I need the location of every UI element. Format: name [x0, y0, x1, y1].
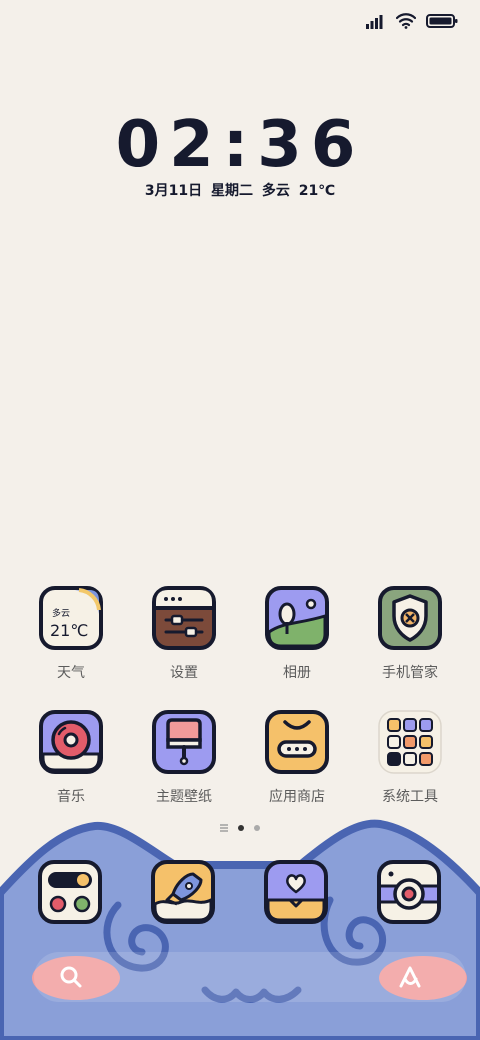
- app-label: 主题壁纸: [156, 789, 212, 805]
- app-label: 应用商店: [269, 789, 325, 805]
- wifi-icon: [396, 13, 416, 29]
- page-dot: [254, 825, 260, 831]
- app-label: 设置: [170, 665, 198, 681]
- settings-icon: [152, 586, 216, 650]
- page-dot-active: [238, 825, 244, 831]
- app-label: 相册: [283, 665, 311, 681]
- gallery-icon: [265, 586, 329, 650]
- signal-icon: [366, 15, 383, 29]
- app-themes[interactable]: 主题壁纸: [129, 710, 239, 806]
- app-gallery[interactable]: 相册: [242, 586, 352, 682]
- music-icon: [39, 710, 103, 774]
- home-menu-icon: [220, 824, 228, 832]
- themes-icon: [152, 710, 216, 774]
- camera-icon[interactable]: [377, 860, 441, 924]
- heart-message-icon[interactable]: [264, 860, 328, 924]
- search-icon[interactable]: [58, 964, 84, 990]
- status-bar: [366, 10, 458, 32]
- battery-icon: [426, 14, 458, 28]
- app-label: 音乐: [57, 789, 85, 805]
- weather-widget-temperature: 21℃: [50, 621, 88, 640]
- search-bar[interactable]: [34, 952, 466, 1002]
- app-folder-system-tools[interactable]: 系统工具: [355, 710, 465, 806]
- rocket-icon[interactable]: [151, 860, 215, 924]
- app-store[interactable]: 应用商店: [242, 710, 352, 806]
- app-security[interactable]: 手机管家: [355, 586, 465, 682]
- folder-icon: [378, 710, 442, 774]
- app-weather[interactable]: 多云 21℃ 天气: [16, 586, 126, 682]
- toggle-dots-icon[interactable]: [38, 860, 102, 924]
- app-label: 天气: [57, 665, 85, 681]
- weather-widget-condition: 多云: [52, 607, 70, 619]
- app-label: 系统工具: [382, 789, 438, 805]
- security-icon: [378, 586, 442, 650]
- assistant-icon[interactable]: [396, 964, 424, 990]
- app-music[interactable]: 音乐: [16, 710, 126, 806]
- clock-time[interactable]: 02:36: [0, 108, 480, 182]
- app-settings[interactable]: 设置: [129, 586, 239, 682]
- page-indicator[interactable]: [0, 824, 480, 832]
- app-label: 手机管家: [382, 665, 438, 681]
- weather-icon: 多云 21℃: [39, 586, 103, 650]
- date-weather-line[interactable]: 3月11日 星期二 多云 21℃: [0, 180, 480, 200]
- app-store-icon: [265, 710, 329, 774]
